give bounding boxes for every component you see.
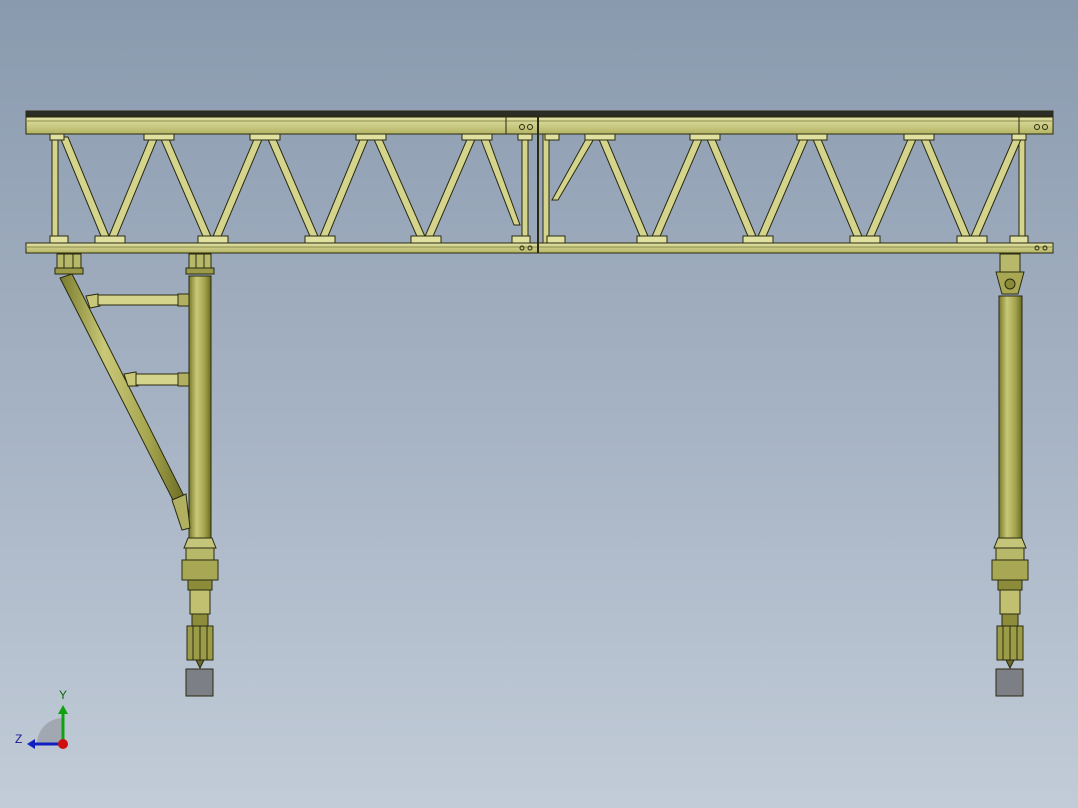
truss-girder[interactable] xyxy=(25,110,1054,254)
x-axis-dot xyxy=(58,739,68,749)
brace-assembly[interactable] xyxy=(54,253,191,531)
top-rail xyxy=(25,110,1054,117)
truss-vertical xyxy=(1018,133,1026,244)
z-axis-label: Z xyxy=(15,732,23,746)
model-viewport[interactable]: Y Z xyxy=(0,0,1078,808)
left-span-diagonals xyxy=(59,136,521,242)
footing-right xyxy=(995,668,1024,697)
truss-vertical xyxy=(542,133,550,244)
bearing-right xyxy=(999,253,1021,273)
bottom-chord xyxy=(25,242,1054,254)
strut-upper xyxy=(85,293,190,309)
truss-vertical xyxy=(51,133,59,244)
footing-left xyxy=(185,668,214,697)
column-right[interactable] xyxy=(991,253,1029,697)
column-shaft xyxy=(998,295,1023,539)
gantry-model[interactable] xyxy=(0,0,1078,808)
column-shaft xyxy=(188,275,212,539)
strut-lower xyxy=(123,371,190,387)
truss-vertical xyxy=(521,133,529,244)
column-left[interactable] xyxy=(181,253,219,697)
triad-arc-icon xyxy=(37,718,63,744)
diagonal-brace xyxy=(59,273,187,507)
y-axis-label: Y xyxy=(59,688,68,702)
top-chord xyxy=(25,116,1054,135)
jack-base-right xyxy=(991,537,1029,670)
jack-base-left xyxy=(181,537,219,670)
orientation-triad[interactable] xyxy=(27,705,68,749)
right-span-diagonals xyxy=(551,136,1023,242)
